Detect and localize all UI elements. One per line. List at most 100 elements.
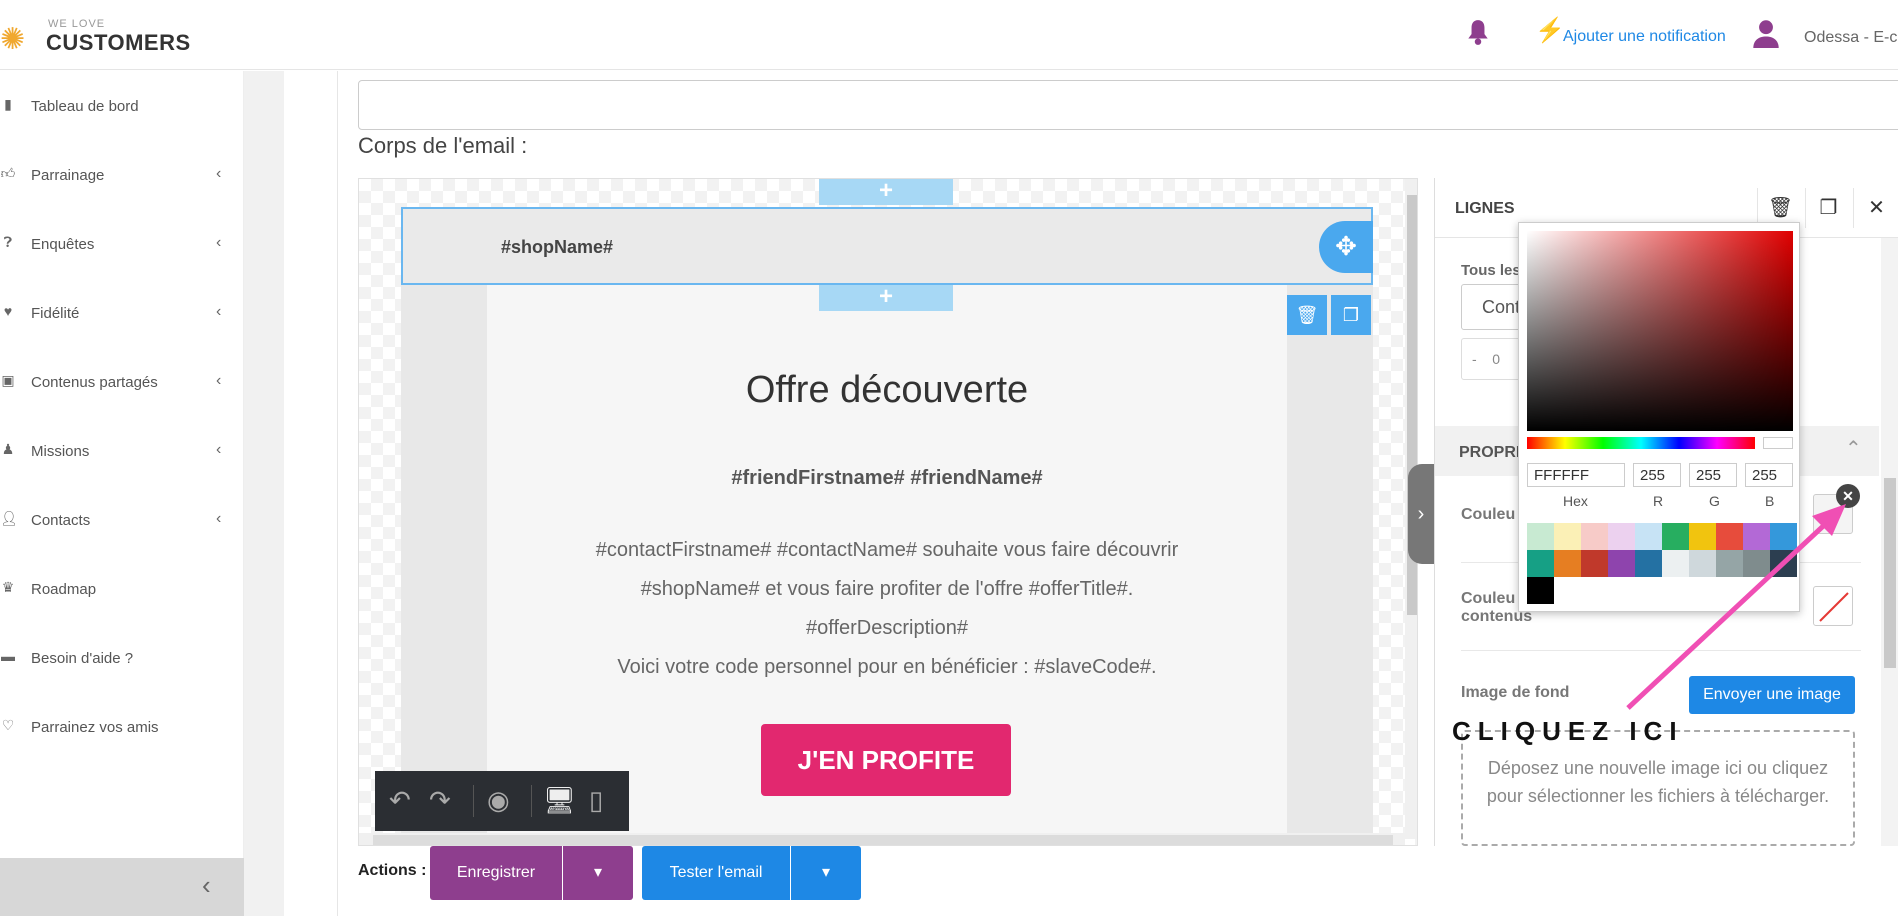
delete-block-button[interactable]: 🗑︎ xyxy=(1287,295,1327,335)
hue-slider[interactable] xyxy=(1527,437,1755,449)
user-avatar-icon[interactable] xyxy=(1752,18,1780,48)
sidebar-item-label: Contacts xyxy=(31,512,91,529)
sidebar-item-parrainage[interactable]: 👍︎ Parrainage ‹ xyxy=(0,155,244,195)
sidebar-item-besoin-d-aide[interactable]: ▬ Besoin d'aide ? xyxy=(0,638,244,678)
cliquez-ici-annotation: CLIQUEZ ICI xyxy=(1452,716,1684,746)
sidebar-item-tableau-de-bord[interactable]: ▮ Tableau de bord xyxy=(0,86,244,126)
palette-swatch[interactable] xyxy=(1635,550,1662,577)
selected-header-row[interactable]: #shopName# xyxy=(401,207,1373,285)
logo[interactable]: ✺ WE LOVE CUSTOMERS xyxy=(0,14,190,58)
palette-swatch[interactable] xyxy=(1635,523,1662,550)
image-dropzone[interactable]: Déposez une nouvelle image ici ou clique… xyxy=(1461,730,1855,846)
add-row-below-button[interactable]: + xyxy=(819,285,953,311)
stepper-minus[interactable]: - xyxy=(1472,351,1477,367)
divider xyxy=(1461,650,1861,651)
toolbar-divider xyxy=(473,785,474,817)
hex-label: Hex xyxy=(1563,493,1588,509)
palette-swatch[interactable] xyxy=(1689,550,1716,577)
palette-swatch[interactable] xyxy=(1554,550,1581,577)
red-input[interactable] xyxy=(1633,463,1681,487)
content-color-swatch[interactable] xyxy=(1813,586,1853,626)
cta-button[interactable]: J'EN PROFITE xyxy=(761,724,1011,796)
move-icon[interactable]: ✥ xyxy=(1319,221,1373,273)
palette-swatch[interactable] xyxy=(1743,523,1770,550)
sidebar-item-parrainez-vos-amis[interactable]: ♡ Parrainez vos amis xyxy=(0,707,244,747)
add-row-above-button[interactable]: + xyxy=(819,179,953,205)
preview-eye-icon[interactable]: ◉ xyxy=(487,785,510,816)
hex-input[interactable] xyxy=(1527,463,1625,487)
logo-big-text: CUSTOMERS xyxy=(46,30,191,55)
add-notification-label: Ajouter une notification xyxy=(1563,28,1726,45)
test-email-button[interactable]: Tester l'email xyxy=(642,846,790,900)
palette-swatch[interactable] xyxy=(1527,523,1554,550)
question-icon: ❓︎ xyxy=(3,234,13,250)
palette-swatch[interactable] xyxy=(1770,523,1797,550)
palette-swatch[interactable] xyxy=(1581,523,1608,550)
palette-swatch[interactable] xyxy=(1527,577,1554,604)
chevron-left-icon: ‹ xyxy=(216,165,222,182)
panel-scrollbar[interactable] xyxy=(1881,238,1898,846)
bell-icon[interactable] xyxy=(1465,18,1491,46)
sidebar-item-label: Contenus partagés xyxy=(31,374,158,391)
subject-input[interactable] xyxy=(358,80,1898,130)
email-editor-canvas[interactable]: Offre découverte #friendFirstname# #frie… xyxy=(358,178,1418,846)
shop-name-text[interactable]: #shopName# xyxy=(501,237,613,258)
chevron-left-icon: ‹ xyxy=(216,441,222,458)
palette-swatch[interactable] xyxy=(1662,523,1689,550)
green-label: G xyxy=(1709,493,1720,509)
picker-close-icon[interactable]: ✕ xyxy=(1836,484,1860,508)
palette-swatch[interactable] xyxy=(1662,550,1689,577)
sidebar-item-missions[interactable]: ♟ Missions ‹ xyxy=(0,431,244,471)
upload-image-button[interactable]: Envoyer une image xyxy=(1689,676,1855,714)
friend-name-line[interactable]: #friendFirstname# #friendName# xyxy=(487,467,1287,490)
email-paragraph[interactable]: #contactFirstname# #contactName# souhait… xyxy=(487,531,1287,687)
save-dropdown-button[interactable]: ▾ xyxy=(563,846,633,900)
palette-swatch[interactable] xyxy=(1716,523,1743,550)
palette-swatch[interactable] xyxy=(1581,550,1608,577)
test-dropdown-button[interactable]: ▾ xyxy=(791,846,861,900)
duplicate-block-button[interactable]: ❐ xyxy=(1331,295,1371,335)
palette-swatch[interactable] xyxy=(1554,523,1581,550)
blue-input[interactable] xyxy=(1745,463,1793,487)
close-icon[interactable]: ✕ xyxy=(1853,188,1898,228)
palette-swatch[interactable] xyxy=(1527,550,1554,577)
palette-swatch[interactable] xyxy=(1554,577,1581,604)
palette-swatch[interactable] xyxy=(1608,523,1635,550)
chevron-left-icon: ‹ xyxy=(216,510,222,527)
actions-label: Actions : xyxy=(358,862,427,879)
trash-icon: 🗑︎ xyxy=(1295,305,1319,325)
email-title[interactable]: Offre découverte xyxy=(487,369,1287,412)
save-button[interactable]: Enregistrer xyxy=(430,846,562,900)
copy-icon[interactable]: ❐ xyxy=(1805,188,1851,228)
scroll-thumb[interactable] xyxy=(373,835,1393,845)
sidebar-item-label: Roadmap xyxy=(31,581,97,598)
para-line: #offerDescription# xyxy=(806,617,968,639)
sidebar-item-enquetes[interactable]: ❓︎ Enquêtes ‹ xyxy=(0,224,244,264)
green-input[interactable] xyxy=(1689,463,1737,487)
sidebar-collapse-button[interactable]: ‹ xyxy=(0,858,244,916)
background-image-label: Image de fond xyxy=(1461,684,1570,701)
sidebar-item-label: Besoin d'aide ? xyxy=(31,650,134,667)
palette-swatch[interactable] xyxy=(1608,550,1635,577)
redo-icon[interactable]: ↷ xyxy=(429,785,451,816)
chevron-left-icon: ‹ xyxy=(216,303,222,320)
sidebar-item-fidelite[interactable]: ♥ Fidélité ‹ xyxy=(0,293,244,333)
mobile-icon[interactable]: ▯ xyxy=(589,785,603,816)
editor-horizontal-scrollbar[interactable] xyxy=(359,833,1405,845)
saturation-value-area[interactable] xyxy=(1527,231,1793,431)
username[interactable]: Odessa - E-co xyxy=(1804,29,1898,47)
sidebar-item-roadmap[interactable]: ♛ Roadmap xyxy=(0,569,244,609)
palette-swatch[interactable] xyxy=(1716,550,1743,577)
scroll-thumb[interactable] xyxy=(1884,478,1896,668)
sidebar-item-contacts[interactable]: 👤︎ Contacts ‹ xyxy=(0,500,244,540)
undo-icon[interactable]: ↶ xyxy=(389,785,411,816)
palette-swatch[interactable] xyxy=(1743,550,1770,577)
sidebar-item-label: Enquêtes xyxy=(31,236,95,253)
desktop-icon[interactable]: 🖥︎ xyxy=(543,785,576,816)
sidebar-item-contenus-partages[interactable]: ▣ Contenus partagés ‹ xyxy=(0,362,244,402)
stepper-value[interactable]: 0 xyxy=(1492,351,1500,367)
panel-toggle-handle[interactable]: › xyxy=(1408,464,1434,564)
palette-swatch[interactable] xyxy=(1770,550,1797,577)
palette-swatch[interactable] xyxy=(1689,523,1716,550)
content-color-label-line1: Couleu xyxy=(1461,590,1516,607)
